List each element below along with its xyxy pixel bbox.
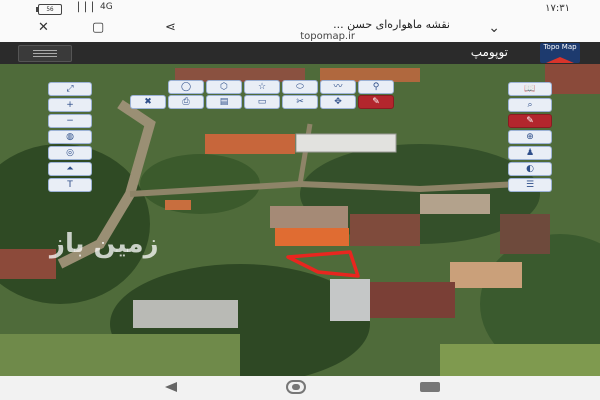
- menu-line: [33, 50, 57, 51]
- home-icon[interactable]: [286, 380, 306, 394]
- back-icon[interactable]: [165, 382, 177, 392]
- circle-draw-icon[interactable]: ◯: [168, 80, 204, 94]
- watermark: زمین باز: [50, 229, 159, 259]
- status-clock: ۱۷:۳۱: [545, 3, 570, 14]
- measure-icon[interactable]: ✂: [282, 95, 318, 109]
- menu-line: [33, 53, 57, 54]
- chevron-down-icon[interactable]: ⌄: [488, 20, 500, 36]
- logo-wedge: [546, 57, 574, 63]
- network-type: 4G: [100, 2, 113, 12]
- page-url: topomap.ir: [300, 31, 355, 42]
- person-locate-icon[interactable]: ♟: [508, 146, 552, 160]
- app-header: توپومپ Topo Map: [0, 42, 600, 64]
- bookmark-icon[interactable]: ▢: [92, 20, 104, 35]
- zoom-extent-icon[interactable]: ⤢: [48, 82, 92, 96]
- system-nav-bar: [0, 376, 600, 400]
- signal-icon: ▕▕▕: [72, 3, 93, 13]
- marker-icon[interactable]: ⚲: [358, 80, 394, 94]
- move-icon[interactable]: ✥: [320, 95, 356, 109]
- battery-indicator: 56: [36, 4, 62, 15]
- export-icon[interactable]: ▤: [206, 95, 242, 109]
- recent-apps-icon[interactable]: [420, 382, 440, 392]
- text-tool-icon[interactable]: T: [48, 178, 92, 192]
- delete-icon[interactable]: ✖: [130, 95, 166, 109]
- search-icon[interactable]: ⌕: [508, 98, 552, 112]
- folder-icon[interactable]: ▭: [244, 95, 280, 109]
- topomap-logo: Topo Map: [540, 43, 580, 63]
- polygon-draw-icon[interactable]: ⬡: [206, 80, 242, 94]
- grid-globe-icon[interactable]: ⊕: [508, 130, 552, 144]
- page-title: نقشه ماهواره‌ای حسن ...: [333, 18, 450, 31]
- settings-sliders-icon[interactable]: ☰: [508, 178, 552, 192]
- book-icon[interactable]: 📖: [508, 82, 552, 96]
- polyline-draw-icon[interactable]: 〰: [320, 80, 356, 94]
- ellipse-draw-icon[interactable]: ⬭: [282, 80, 318, 94]
- browser-bar: ✕ ▢ ⋖ نقشه ماهواره‌ای حسن ... topomap.ir…: [0, 18, 600, 42]
- close-icon[interactable]: ✕: [38, 20, 49, 35]
- app-title: توپومپ: [470, 45, 508, 59]
- share-icon[interactable]: ⋖: [165, 20, 176, 35]
- status-bar: 56 ▕▕▕ 4G ۱۷:۳۱: [0, 0, 600, 18]
- globe-icon[interactable]: ◍: [48, 130, 92, 144]
- pencil-icon[interactable]: ✎: [508, 114, 552, 128]
- menu-line: [33, 56, 57, 57]
- zoom-out-icon[interactable]: −: [48, 114, 92, 128]
- print-icon[interactable]: ⎙: [168, 95, 204, 109]
- edit-pen-icon[interactable]: ✎: [358, 95, 394, 109]
- compass-icon[interactable]: ◐: [508, 162, 552, 176]
- star-draw-icon[interactable]: ☆: [244, 80, 280, 94]
- zoom-in-icon[interactable]: +: [48, 98, 92, 112]
- layers-icon[interactable]: ◎: [48, 146, 92, 160]
- terrain-icon[interactable]: ⏶: [48, 162, 92, 176]
- menu-button[interactable]: [18, 45, 72, 62]
